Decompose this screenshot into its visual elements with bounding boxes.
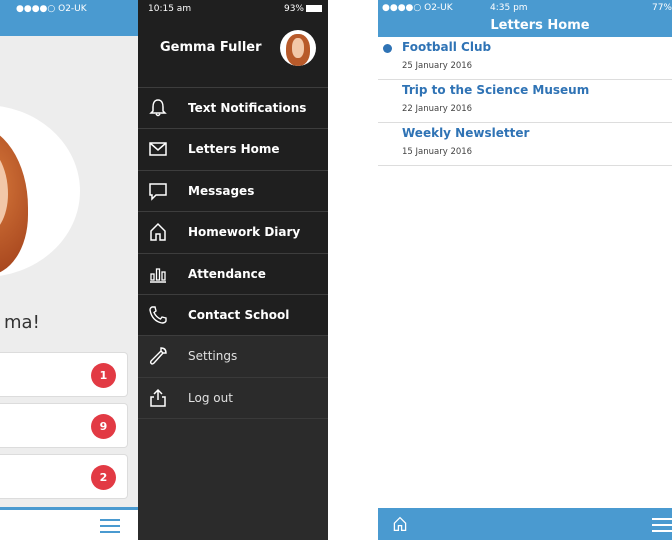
- avatar[interactable]: [280, 30, 316, 66]
- menu-item-contact-school[interactable]: Contact School: [138, 294, 328, 337]
- letter-list-item[interactable]: Weekly Newsletter 15 January 2016: [378, 123, 672, 166]
- menu-item-settings[interactable]: Settings: [138, 336, 328, 378]
- letter-list-item[interactable]: Football Club 25 January 2016: [378, 37, 672, 80]
- count-badge: 9: [91, 414, 116, 439]
- battery-icon: [306, 5, 322, 12]
- letter-date: 22 January 2016: [402, 104, 473, 114]
- hamburger-menu-icon[interactable]: [100, 519, 120, 533]
- carrier-label: ●●●●○ O2-UK: [382, 3, 453, 13]
- menu-item-label: Contact School: [188, 307, 290, 322]
- chat-bubble-icon: [149, 183, 167, 201]
- menu-item-label: Text Notifications: [188, 101, 307, 115]
- status-time: 4:35 pm: [490, 3, 528, 13]
- count-badge: 1: [91, 363, 116, 388]
- share-out-icon: [150, 388, 166, 407]
- bottom-tab-bar: [0, 507, 138, 540]
- battery-indicator: 93%: [284, 4, 322, 14]
- menu-item-label: Homework Diary: [188, 225, 301, 240]
- envelope-icon: [149, 142, 167, 157]
- menu-item-log-out[interactable]: Log out: [138, 377, 328, 420]
- wrench-icon: [149, 347, 167, 366]
- letter-title: Weekly Newsletter: [402, 126, 530, 140]
- letter-list-item[interactable]: Trip to the Science Museum 22 January 20…: [378, 80, 672, 123]
- left-phone-screen: ●●●●○ O2-UK ma! 1 9 2 10:15 am 93% Gemma…: [0, 0, 328, 540]
- user-name: Gemma Fuller: [160, 40, 262, 55]
- letter-date: 25 January 2016: [402, 61, 473, 71]
- page-title: Letters Home: [378, 18, 672, 37]
- profile-photo: [0, 105, 80, 277]
- summary-card[interactable]: 1: [0, 352, 128, 397]
- menu-item-messages[interactable]: Messages: [138, 170, 328, 213]
- home-icon[interactable]: [392, 516, 408, 532]
- right-phone-screen: ●●●●○ O2-UK 4:35 pm 77% Letters Home Foo…: [378, 0, 672, 540]
- menu-item-label: Attendance: [188, 266, 266, 281]
- carrier-label: ●●●●○ O2-UK: [16, 4, 87, 14]
- bottom-tab-bar: [378, 508, 672, 540]
- home-screen-background: ●●●●○ O2-UK ma! 1 9 2: [0, 0, 138, 540]
- letter-title: Football Club: [402, 40, 492, 54]
- house-icon: [150, 223, 166, 241]
- greeting-text: ma!: [4, 312, 40, 333]
- letter-title: Trip to the Science Museum: [402, 83, 590, 97]
- menu-item-homework-diary[interactable]: Homework Diary: [138, 212, 328, 254]
- battery-percent: 93%: [283, 4, 304, 14]
- avatar-face: [292, 38, 304, 58]
- menu-item-label: Letters Home: [188, 142, 280, 157]
- battery-percent: 77%: [651, 3, 672, 13]
- menu-item-label: Messages: [188, 183, 255, 198]
- menu-item-letters-home[interactable]: Letters Home: [138, 129, 328, 171]
- drawer-status-bar: 10:15 am 93%: [138, 0, 328, 20]
- count-badge: 2: [91, 465, 116, 490]
- navigation-drawer: 10:15 am 93% Gemma Fuller Text Notificat…: [138, 0, 328, 540]
- menu-item-text-notifications[interactable]: Text Notifications: [138, 88, 328, 130]
- letter-date: 15 January 2016: [402, 147, 473, 157]
- home-header-bar: [0, 20, 138, 36]
- hamburger-menu-icon[interactable]: [652, 518, 672, 532]
- menu-item-label: Log out: [188, 390, 233, 405]
- status-time: 10:15 am: [148, 4, 192, 14]
- summary-card[interactable]: 9: [0, 403, 128, 448]
- status-bar: ●●●●○ O2-UK: [0, 0, 138, 20]
- bar-chart-icon: [150, 267, 166, 283]
- menu-item-label: Settings: [188, 349, 238, 364]
- summary-card[interactable]: 2: [0, 454, 128, 499]
- unread-dot-icon: [383, 44, 392, 53]
- drawer-profile-header[interactable]: Gemma Fuller: [138, 20, 328, 88]
- menu-item-attendance[interactable]: Attendance: [138, 253, 328, 295]
- bell-icon: [149, 99, 167, 117]
- phone-icon: [149, 306, 167, 324]
- status-bar: ●●●●○ O2-UK 4:35 pm 77%: [378, 0, 672, 18]
